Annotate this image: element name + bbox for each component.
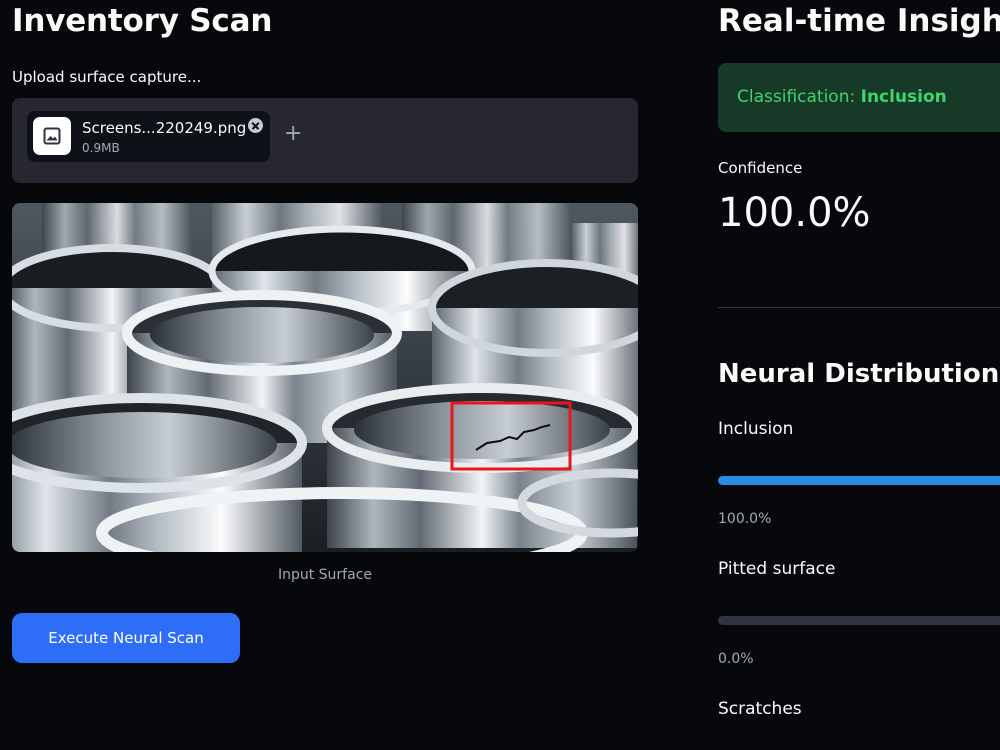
distribution-percent-inclusion: 100.0% <box>718 511 772 527</box>
file-uploader[interactable]: Screens...220249.png 0.9MB + <box>12 98 638 183</box>
insight-title: Real-time Insight <box>718 3 1000 39</box>
metal-rings-photo <box>12 203 638 552</box>
distribution-bar-pitted-surface <box>718 616 1000 625</box>
distribution-label-pitted-surface: Pitted surface <box>718 559 836 579</box>
divider <box>718 307 1000 308</box>
app: Inventory Scan Upload surface capture...… <box>0 0 1000 750</box>
classification-prefix: Classification: <box>737 87 861 107</box>
distribution-percent-pitted-surface: 0.0% <box>718 651 754 667</box>
classification-text: Classification: Inclusion <box>737 87 947 107</box>
page-title: Inventory Scan <box>12 3 273 39</box>
input-surface-image <box>12 203 638 552</box>
execute-scan-button[interactable]: Execute Neural Scan <box>12 613 240 663</box>
distribution-label-inclusion: Inclusion <box>718 419 794 439</box>
classification-alert: Classification: Inclusion <box>718 63 1000 132</box>
remove-file-icon[interactable] <box>248 118 263 133</box>
distribution-label-scratches: Scratches <box>718 699 802 719</box>
image-file-icon <box>33 117 71 155</box>
distribution-title: Neural Distribution <box>718 359 1000 389</box>
confidence-value: 100.0% <box>718 190 871 236</box>
confidence-label: Confidence <box>718 159 803 177</box>
upload-label: Upload surface capture... <box>12 68 202 86</box>
distribution-bar-inclusion <box>718 476 1000 485</box>
uploaded-file-chip: Screens...220249.png 0.9MB <box>27 111 270 162</box>
classification-value: Inclusion <box>860 87 947 107</box>
add-file-button[interactable]: + <box>284 123 302 145</box>
insight-panel: Real-time Insight Classification: Inclus… <box>718 0 1000 750</box>
file-size: 0.9MB <box>82 141 120 155</box>
image-caption: Input Surface <box>277 567 373 583</box>
distribution-fill-inclusion <box>718 476 1000 485</box>
file-name: Screens...220249.png <box>82 119 247 137</box>
